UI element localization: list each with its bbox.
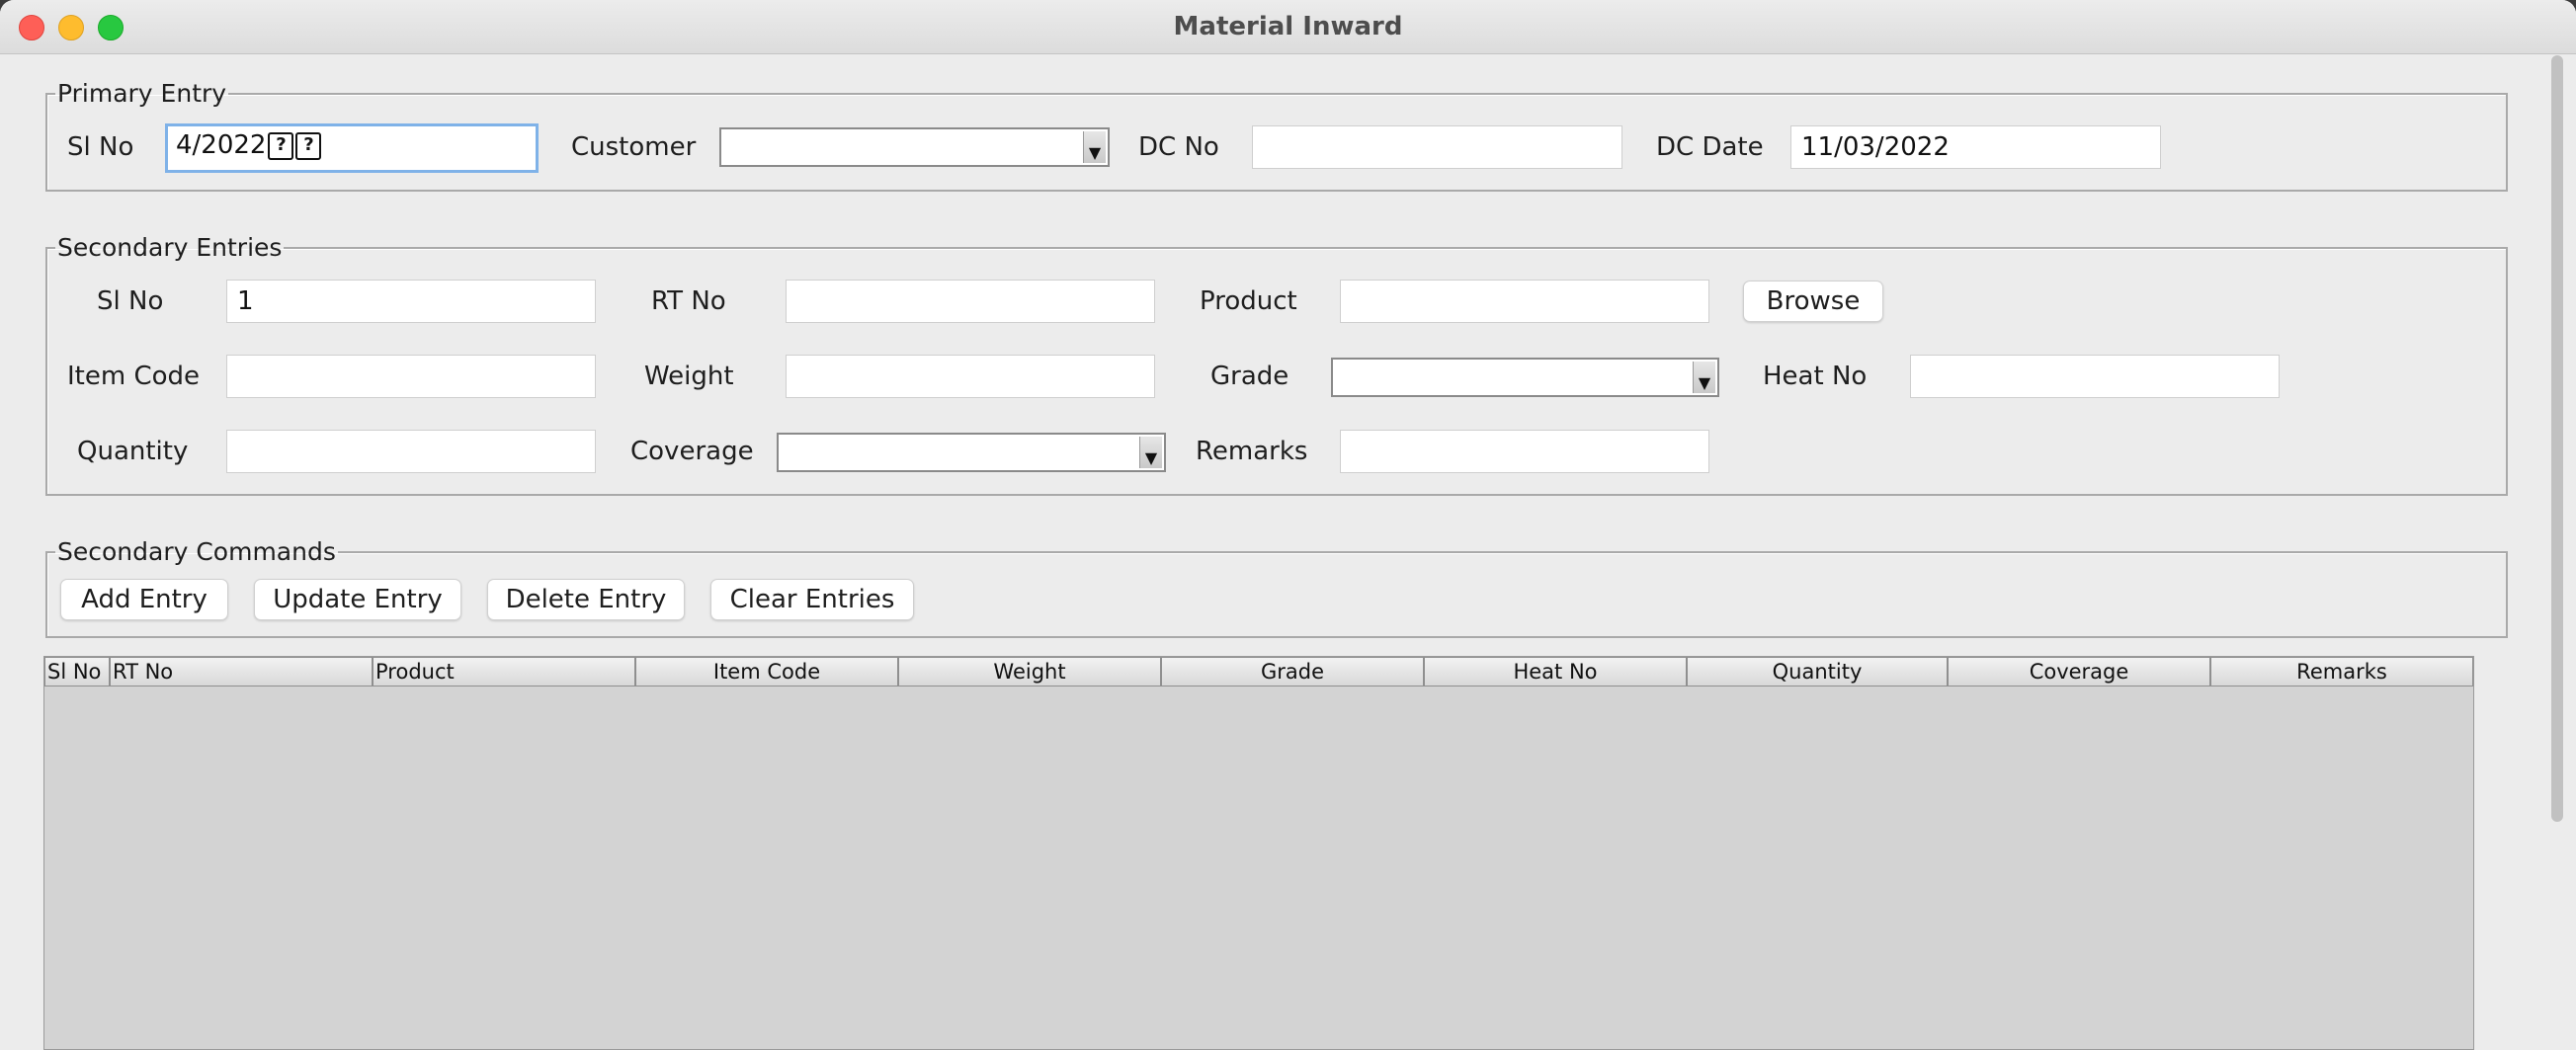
grade-label: Grade [1210,362,1289,391]
column-header-weight[interactable]: Weight [898,657,1161,687]
add-entry-button[interactable]: Add Entry [60,579,228,620]
dc-date-input[interactable]: 11/03/2022 [1790,125,2161,169]
clear-entries-button[interactable]: Clear Entries [710,579,914,620]
customer-label: Customer [571,132,697,162]
unknown-glyph-icon: ? [268,131,294,160]
column-header-item-code[interactable]: Item Code [635,657,898,687]
scrollbar-thumb[interactable] [2551,55,2563,822]
browse-button[interactable]: Browse [1743,281,1883,322]
rt-no-input[interactable] [786,280,1155,323]
weight-input[interactable] [786,355,1155,398]
chevron-down-icon[interactable]: ▼ [1139,437,1162,468]
table-header: Sl No RT No Product Item Code Weight Gra… [44,657,2475,687]
column-header-grade[interactable]: Grade [1161,657,1424,687]
primary-sl-no-label: Sl No [67,132,134,162]
window-title: Material Inward [1173,12,1403,41]
dc-no-input[interactable] [1252,125,1622,169]
heat-no-label: Heat No [1763,362,1868,391]
column-header-product[interactable]: Product [373,657,635,687]
product-label: Product [1200,286,1297,316]
remarks-input[interactable] [1340,430,1709,473]
column-header-rt-no[interactable]: RT No [110,657,373,687]
secondary-sl-no-label: Sl No [97,286,164,316]
chevron-down-icon[interactable]: ▼ [1693,362,1715,393]
update-entry-button[interactable]: Update Entry [254,579,461,620]
weight-label: Weight [644,362,734,391]
secondary-commands-legend: Secondary Commands [57,537,336,566]
column-header-quantity[interactable]: Quantity [1687,657,1948,687]
product-input[interactable] [1340,280,1709,323]
column-header-coverage[interactable]: Coverage [1948,657,2210,687]
quantity-label: Quantity [77,437,189,466]
coverage-combobox[interactable]: ▼ [777,433,1166,472]
chevron-down-icon[interactable]: ▼ [1083,131,1106,163]
title-bar: Material Inward [0,0,2576,54]
dc-date-label: DC Date [1656,132,1764,162]
primary-sl-no-value: 4/2022 [176,130,267,160]
remarks-label: Remarks [1196,437,1308,466]
primary-sl-no-input[interactable]: 4/2022?? [165,123,539,173]
column-header-heat-no[interactable]: Heat No [1424,657,1687,687]
primary-entry-legend: Primary Entry [57,79,227,108]
delete-entry-button[interactable]: Delete Entry [487,579,685,620]
item-code-input[interactable] [226,355,596,398]
vertical-scrollbar[interactable] [2547,55,2567,826]
dc-no-label: DC No [1138,132,1219,162]
secondary-sl-no-input[interactable]: 1 [226,280,596,323]
item-code-label: Item Code [67,362,201,391]
heat-no-input[interactable] [1910,355,2280,398]
coverage-label: Coverage [630,437,754,466]
secondary-entries-legend: Secondary Entries [57,233,283,262]
grade-combobox[interactable]: ▼ [1331,358,1719,397]
entries-table[interactable]: Sl No RT No Product Item Code Weight Gra… [43,656,2474,1050]
unknown-glyph-icon: ? [295,131,322,160]
quantity-input[interactable] [226,430,596,473]
column-header-remarks[interactable]: Remarks [2210,657,2473,687]
main-window: Material Inward Primary Entry Sl No 4/20… [0,0,2576,1050]
rt-no-label: RT No [651,286,726,316]
customer-combobox[interactable]: ▼ [719,127,1110,167]
column-header-sl-no[interactable]: Sl No [44,657,110,687]
